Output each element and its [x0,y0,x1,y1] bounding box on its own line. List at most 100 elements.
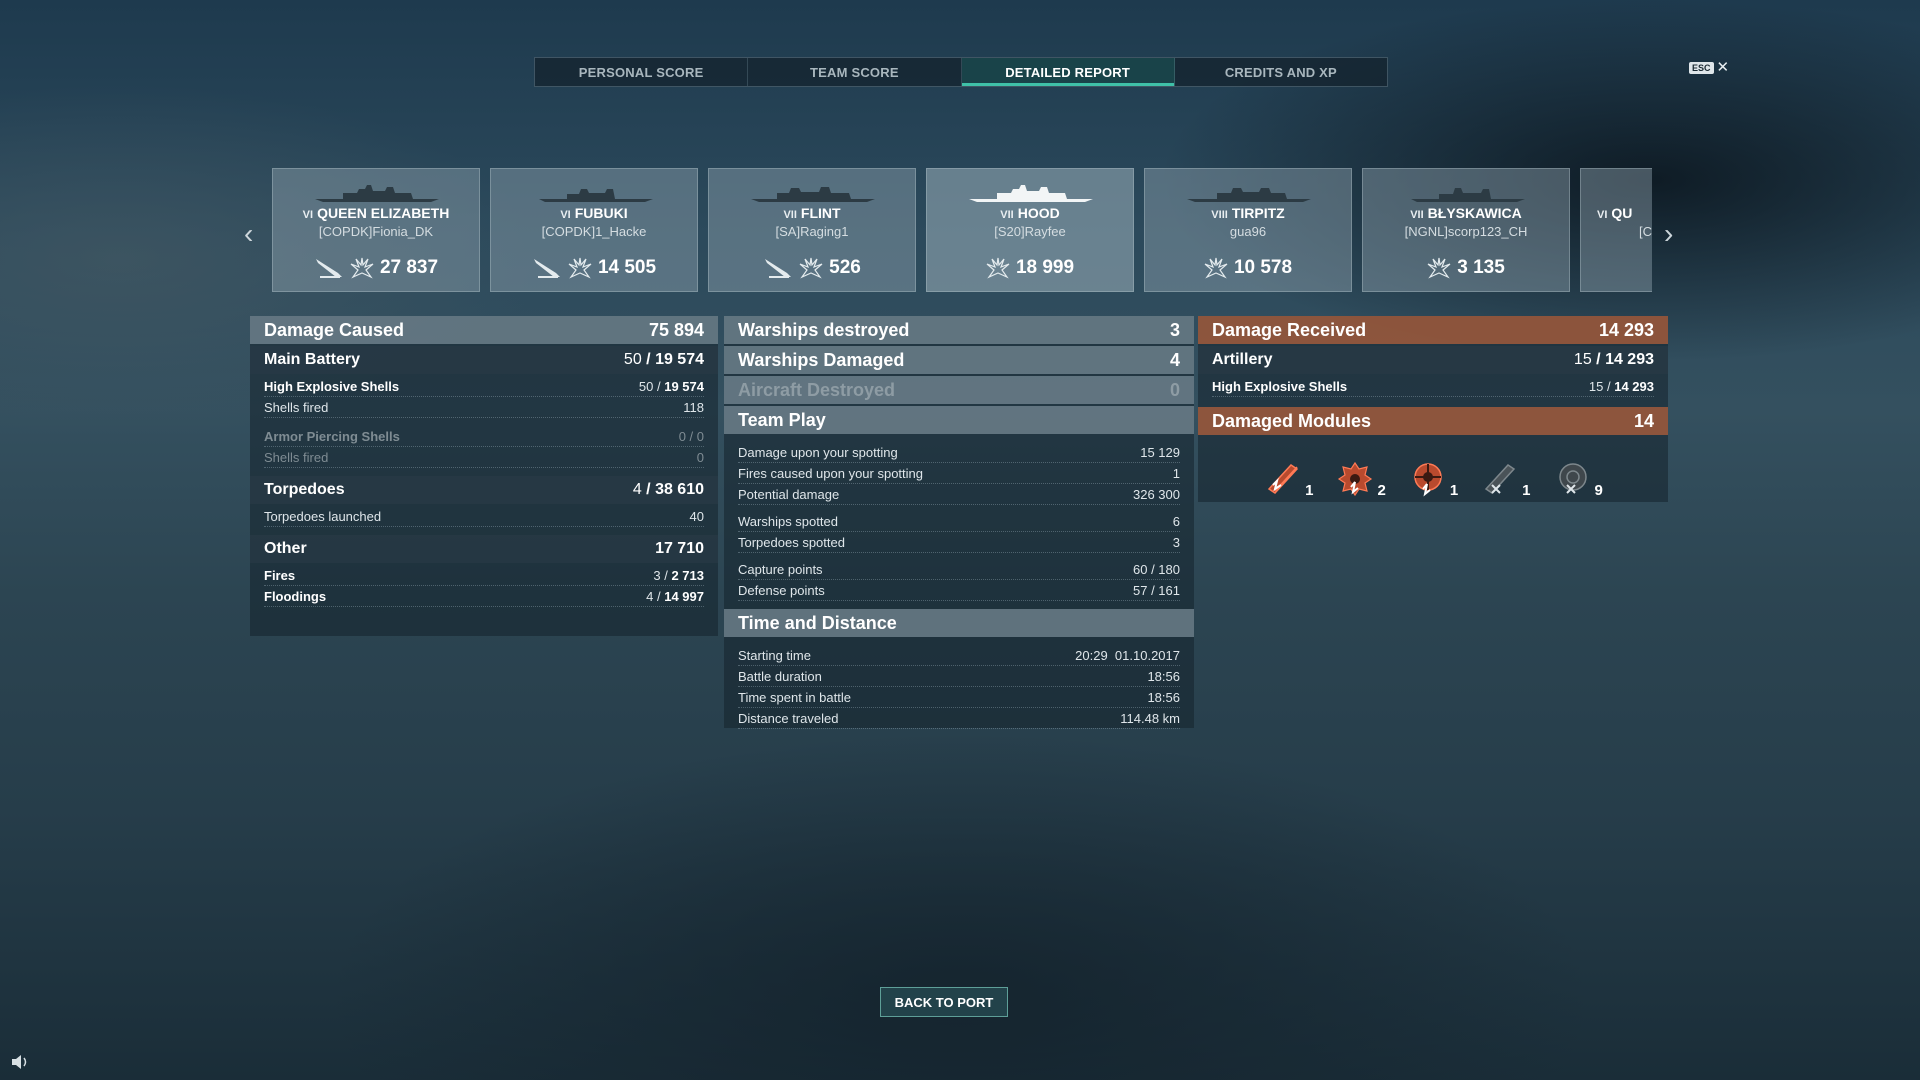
close-icon: ✕ [1716,59,1730,76]
damage-received-panel: Damage Received 14 293 Artillery 15 / 14 2… [1198,316,1668,502]
main-battery-header: Main Battery 50 / 19 574 [250,346,718,374]
he-shells-fired-row: Shells fired 118 [264,397,704,418]
torpedoes-header: Torpedoes 4 / 38 610 [250,476,718,504]
explosion-icon [986,257,1010,279]
damage-caused-panel: Damage Caused 75 894 Main Battery 50 / 19 … [250,316,718,636]
ship-card-partial[interactable]: VI QU [C [1580,168,1652,292]
battle-duration-row: Battle duration 18:56 [738,666,1180,687]
player-name: [NGNL]scorp123_CH [1404,224,1528,239]
ship-silhouette-icon [1411,188,1525,202]
explosion-icon [568,257,592,279]
starting-time-row: Starting time 20:29 01.10.2017 [738,645,1180,666]
ship-silhouette-icon [539,189,653,202]
ship-card[interactable]: VI QUEEN ELIZABETH [COPDK]Fionia_DK 27 83… [272,168,480,292]
ship-damage: 3 135 [1363,257,1569,279]
team-play-panel: Warships destroyed 3 Warships Damaged 4 Ai… [724,316,1194,729]
ship-name: VI QU [1597,205,1633,221]
torpedoes-spotted-row: Torpedoes spotted 3 [738,532,1180,553]
distance-traveled-row: Distance traveled 114.48 km [738,708,1180,729]
module-item: 1 [1480,459,1531,499]
ship-name: VI QUEEN ELIZABETH [302,205,450,221]
aa-destroyed-icon [1558,463,1587,494]
he-shells-row: High Explosive Shells 50 / 19 574 [264,376,704,397]
player-name: [COPDK]Fionia_DK [318,224,434,239]
back-to-port-button[interactable]: BACK TO PORT [880,987,1008,1017]
explosion-icon [799,257,823,279]
tab-personal-score[interactable]: PERSONAL SCORE [535,58,749,86]
tab-team-score[interactable]: TEAM SCORE [748,58,962,86]
warships-destroyed-header: Warships destroyed 3 [724,316,1194,344]
player-name: [SA]Raging1 [775,224,849,239]
module-item: 1 [1408,459,1458,499]
fires-row: Fires 3 / 2 713 [264,565,704,586]
warships-damaged-header: Warships Damaged 4 [724,346,1194,374]
close-button[interactable]: ESC ✕ [1689,59,1730,76]
player-name: [S20]Rayfee [994,224,1066,239]
carousel-next-arrow-icon[interactable]: › [1664,218,1673,250]
gun-destroyed-icon [1485,464,1516,494]
player-name: gua96 [1229,224,1267,239]
explosion-icon [1427,257,1451,279]
module-item: 9 [1553,459,1603,499]
defense-points-row: Defense points 57 / 161 [738,580,1180,601]
explosion-icon [350,257,374,279]
ship-name: VIII TIRPITZ [1211,205,1285,221]
volume-icon[interactable] [10,1054,30,1075]
torpedo-icon [765,259,792,278]
damage-received-header: Damage Received 14 293 [1198,316,1668,344]
capture-points-row: Capture points 60 / 180 [738,559,1180,580]
ap-shells-fired-row: Shells fired 0 [264,447,704,468]
torpedoes-launched-row: Torpedoes launched 40 [264,506,704,527]
warships-spotted-row: Warships spotted 6 [738,511,1180,532]
time-spent-row: Time spent in battle 18:56 [738,687,1180,708]
aircraft-destroyed-header: Aircraft Destroyed 0 [724,376,1194,404]
carousel-prev-arrow-icon[interactable]: ‹ [244,218,253,250]
ship-damage: 27 837 [273,257,479,279]
ship-name: VII FLINT [783,205,841,221]
fires-spotting-row: Fires caused upon your spotting 1 [738,463,1180,484]
time-distance-header: Time and Distance [724,609,1194,637]
ship-card-selected[interactable]: VII HOOD [S20]Rayfee 18 999 [926,168,1134,292]
ship-damage: 526 [709,257,915,279]
ship-silhouette-icon [969,185,1093,202]
engine-damaged-icon [1338,461,1373,497]
ship-silhouette-icon [751,187,875,202]
steering-damaged-icon [1414,463,1442,497]
ship-name: VII HOOD [1000,205,1060,221]
ship-card[interactable]: VI FUBUKI [COPDK]1_Hacke 14 505 [490,168,698,292]
received-he-shells-row: High Explosive Shells 15 / 14 293 [1212,376,1654,397]
damage-spotting-row: Damage upon your spotting 15 129 [738,442,1180,463]
ship-damage: 10 578 [1145,257,1351,279]
torpedo-icon [533,259,560,278]
ship-damage: 18 999 [927,257,1133,279]
damage-caused-header: Damage Caused 75 894 [250,316,718,344]
potential-damage-row: Potential damage 326 300 [738,484,1180,505]
damaged-modules-list: 1 2 1 1 9 [1198,437,1668,499]
player-name: [C [1639,224,1652,239]
tab-detailed-report[interactable]: DETAILED REPORT [961,58,1175,86]
other-header: Other 17 710 [250,535,718,563]
torpedo-icon [315,259,342,278]
team-play-header: Team Play [724,406,1194,434]
report-tabs: PERSONAL SCORE TEAM SCORE DETAILED REPOR… [534,57,1388,87]
module-item: 2 [1335,459,1386,499]
damaged-modules-header: Damaged Modules 14 [1198,407,1668,435]
ap-shells-row: Armor Piercing Shells 0 / 0 [264,426,704,447]
ship-silhouette-icon [1187,188,1311,202]
esc-key-label: ESC [1689,62,1714,74]
ship-name: VII BŁYSKAWICA [1410,205,1522,221]
main-gun-damaged-icon [1267,464,1299,494]
artillery-header: Artillery 15 / 14 293 [1198,346,1668,374]
module-item: 1 [1263,459,1313,499]
ship-name: VI FUBUKI [560,205,628,221]
player-name: [COPDK]1_Hacke [541,224,647,239]
ship-silhouette-icon [315,185,439,202]
ship-damage: 14 505 [491,257,697,279]
floodings-row: Floodings 4 / 14 997 [264,586,704,607]
explosion-icon [1204,257,1228,279]
ship-card[interactable]: VIII TIRPITZ gua96 10 578 [1144,168,1352,292]
ship-card[interactable]: VII FLINT [SA]Raging1 526 [708,168,916,292]
ship-card[interactable]: VII BŁYSKAWICA [NGNL]scorp123_CH 3 135 [1362,168,1570,292]
tab-credits-and-xp[interactable]: CREDITS AND XP [1175,58,1387,86]
ship-carousel: VI QUEEN ELIZABETH [COPDK]Fionia_DK 27 83… [272,168,1652,292]
